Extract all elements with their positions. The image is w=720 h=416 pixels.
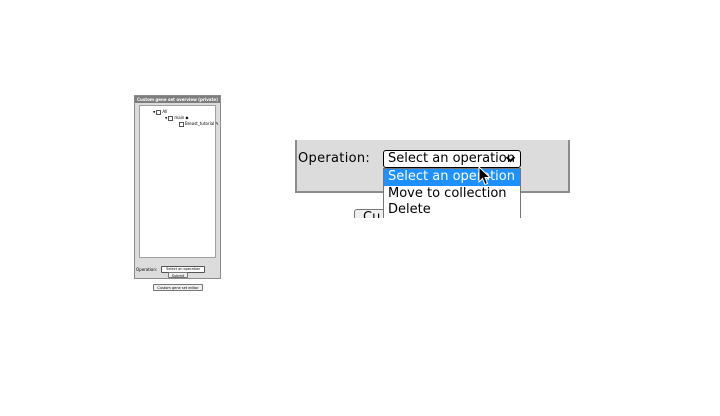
panel-title: Custom gene set overview (private) bbox=[135, 96, 220, 103]
triangle-down-icon[interactable]: ▼ bbox=[153, 109, 155, 115]
option-move-to-collection[interactable]: Move to collection bbox=[384, 186, 520, 203]
option-delete[interactable]: Delete bbox=[384, 202, 520, 218]
submit-button[interactable]: Submit bbox=[168, 272, 188, 278]
checkbox[interactable] bbox=[156, 109, 162, 115]
edit-icon[interactable]: ✎ bbox=[215, 121, 218, 127]
select-value: Select an operation bbox=[388, 151, 515, 166]
gene-set-overview-panel: Custom gene set overview (private) ▼ All… bbox=[134, 95, 221, 279]
operation-label: Operation: bbox=[298, 151, 371, 166]
triangle-down-icon[interactable]: ▼ bbox=[165, 115, 167, 121]
checkbox[interactable] bbox=[179, 121, 184, 127]
option-select-an-operation[interactable]: Select an operation bbox=[384, 169, 520, 186]
operation-label: Operation: bbox=[136, 267, 158, 272]
operation-dropdown-list: Select an operation Move to collection D… bbox=[383, 168, 521, 218]
operation-select[interactable]: Select an operation bbox=[383, 150, 521, 168]
gene-set-tree: ▼ All ▼ main ◆ Breast_tutorial ✎ bbox=[139, 105, 219, 258]
tree-node-label: Breast_tutorial bbox=[185, 121, 215, 126]
mouse-pointer-icon bbox=[478, 166, 492, 186]
custom-gene-set-editor-button[interactable]: Custom gene set editor bbox=[153, 284, 203, 291]
tree-node-breast-tutorial[interactable]: Breast_tutorial ✎ bbox=[179, 121, 219, 127]
checkbox[interactable] bbox=[168, 115, 174, 121]
